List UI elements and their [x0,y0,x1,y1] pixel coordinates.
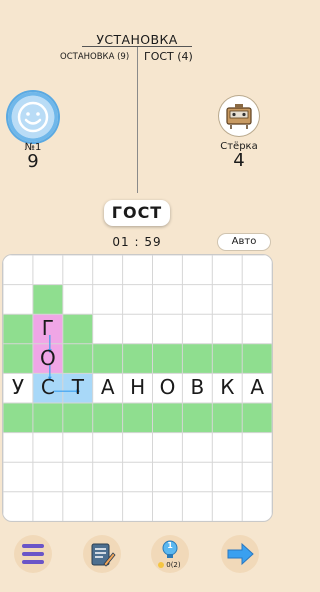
green-cell [152,403,183,433]
green-cell [3,403,33,433]
green-cell [62,314,93,344]
green-cell [242,343,272,374]
menu-icon [14,535,52,573]
current-word: ГОСТ [104,200,170,226]
right-word: ГОСТ (4) [144,50,193,63]
green-cell [32,284,63,315]
auto-button[interactable]: Авто [218,234,270,250]
green-cell [32,403,63,433]
green-cell [92,343,123,374]
green-cell [242,403,272,433]
menu-button[interactable] [13,534,53,578]
left-word: ОСТАНОВКА (9) [60,52,130,62]
board-letter[interactable]: А [243,373,271,401]
player-avatar[interactable] [8,92,58,142]
green-cell [212,403,243,433]
board-letter[interactable]: К [213,373,241,401]
hint-button[interactable]: 1 [150,534,190,578]
center-divider [137,47,138,193]
player-score: 9 [27,151,39,172]
green-cell [62,343,93,374]
green-cell [152,343,183,374]
green-cell [3,343,33,374]
green-cell [212,343,243,374]
green-cell [182,403,213,433]
hint-badge: 1 [167,541,173,550]
board-letter[interactable]: В [183,373,211,401]
notes-button[interactable] [82,534,122,578]
board-letter[interactable]: С [34,373,62,401]
main-word: УСТАНОВКА [96,32,178,47]
game-board[interactable]: УСТАНОВКАГО [2,254,273,522]
arrow-right-icon [221,535,259,573]
board-letter[interactable]: У [4,373,32,401]
board-letter[interactable]: Т [64,373,92,401]
smiley-icon [17,101,49,133]
green-cell [122,343,153,374]
green-cell [62,403,93,433]
opponent-avatar[interactable] [219,96,259,136]
green-cell [3,314,33,344]
hint-count-text: 0(2) [166,561,181,569]
opponent-score: 4 [233,150,245,171]
green-cell [182,343,213,374]
hint-count: 0(2) [158,561,181,569]
board-letter[interactable]: О [154,373,182,401]
eraser-robot-icon [226,104,252,129]
green-cell [122,403,153,433]
green-cell [92,403,123,433]
board-letter[interactable]: А [94,373,122,401]
notepad-edit-icon [83,535,121,573]
coin-icon [158,562,164,568]
next-button[interactable] [220,534,260,578]
board-letter[interactable]: О [34,344,62,372]
board-letter[interactable]: Н [124,373,152,401]
board-letter[interactable]: Г [34,314,62,342]
